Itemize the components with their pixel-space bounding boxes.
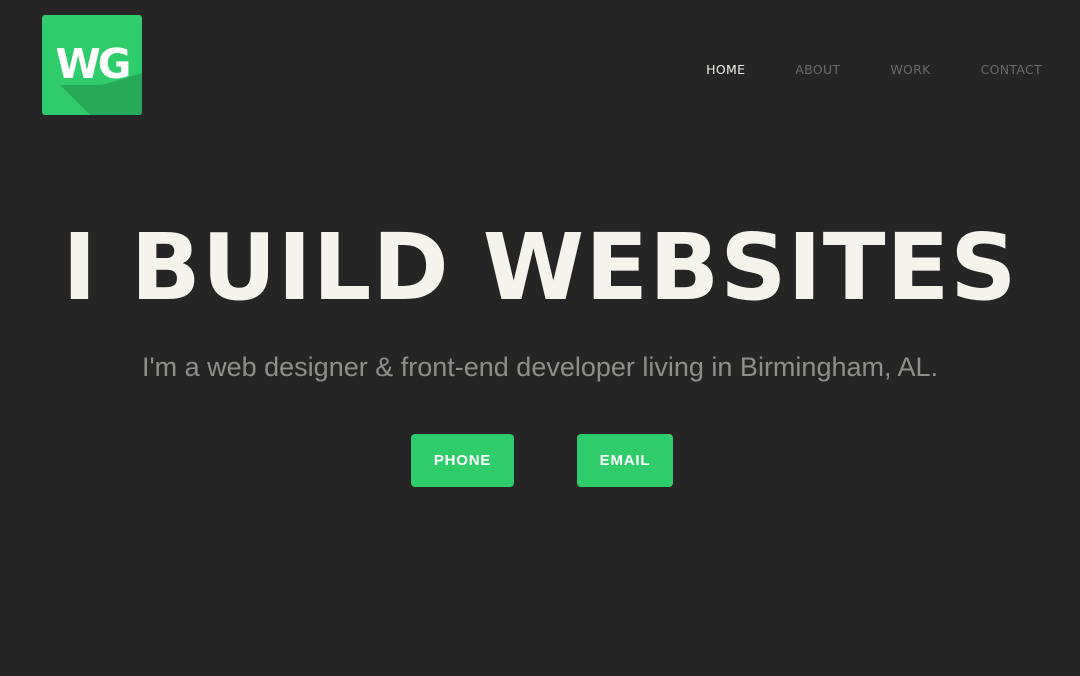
nav-item-work[interactable]: WORK (890, 61, 930, 79)
email-button[interactable]: EMAIL (577, 434, 673, 487)
hero-headline: I BUILD WEBSITES (62, 214, 1018, 321)
logo[interactable]: WG (42, 15, 142, 115)
hero-tagline: I'm a web designer & front-end developer… (141, 352, 939, 382)
nav-item-home[interactable]: HOME (706, 61, 745, 79)
phone-button[interactable]: PHONE (411, 434, 514, 487)
nav-item-about[interactable]: ABOUT (795, 61, 840, 79)
nav-item-contact[interactable]: CONTACT (981, 61, 1042, 79)
main-nav: HOME ABOUT WORK CONTACT (656, 61, 1042, 79)
logo-text: WG (55, 40, 132, 88)
